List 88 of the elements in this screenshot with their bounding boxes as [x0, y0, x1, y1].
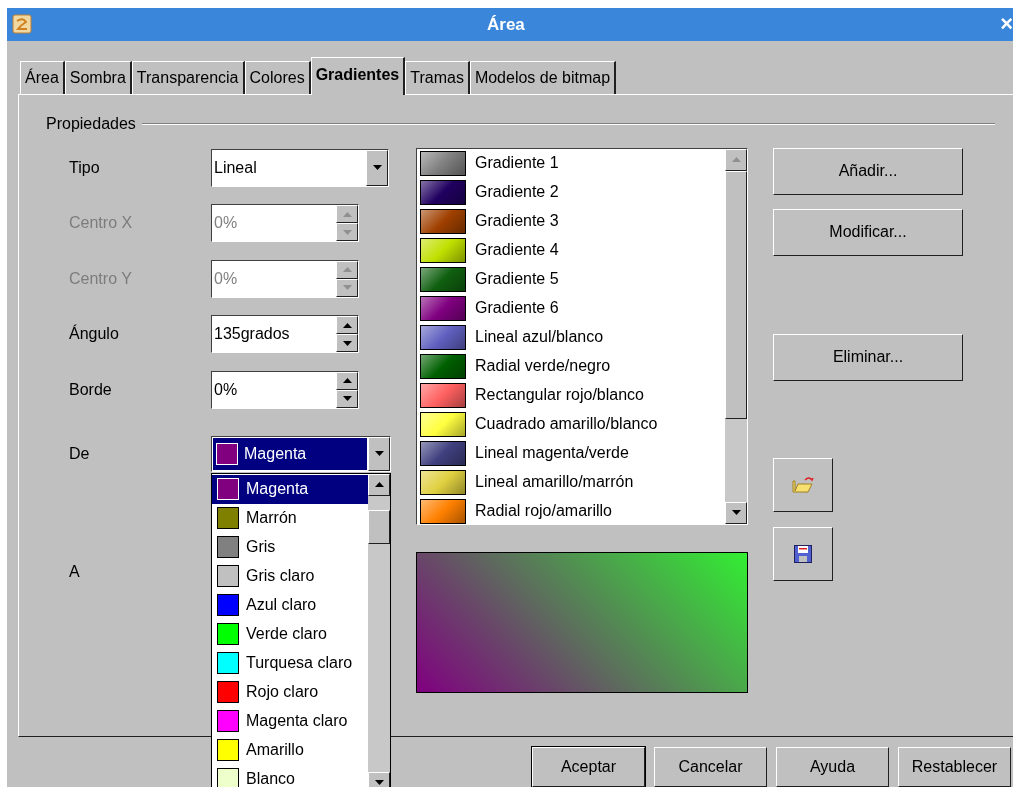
- side-button[interactable]: Modificar...: [773, 208, 963, 256]
- dialog-button[interactable]: Restablecer: [898, 747, 1011, 787]
- caret-icon: [372, 165, 382, 171]
- tab[interactable]: Transparencia: [131, 60, 245, 94]
- spin-value: 135grados: [213, 324, 291, 345]
- field-label: Centro Y: [69, 268, 133, 289]
- color-option[interactable]: Blanco: [212, 764, 368, 787]
- color-option[interactable]: Magenta claro: [212, 706, 368, 736]
- up-arrow-icon: [342, 211, 352, 217]
- down-arrow-icon: [731, 510, 741, 516]
- spin-field[interactable]: 0%: [211, 370, 359, 409]
- tab[interactable]: Modelos de bitmap: [469, 60, 617, 94]
- window-title: Área: [487, 13, 525, 36]
- gradient-item[interactable]: Radial verde/negro: [417, 351, 725, 381]
- gradient-item[interactable]: Lineal magenta/verde: [417, 438, 725, 468]
- dropdown-arrow-button[interactable]: [366, 149, 388, 186]
- gradient-item[interactable]: Cuadrado amarillo/blanco: [417, 409, 725, 439]
- field-label: Ángulo: [69, 323, 120, 345]
- color-option[interactable]: Marrón: [212, 503, 368, 533]
- dialog-button[interactable]: Ayuda: [776, 747, 889, 787]
- scroll-up-button[interactable]: [725, 148, 747, 171]
- field-label: De: [69, 443, 91, 464]
- color-option[interactable]: Rojo claro: [212, 677, 368, 707]
- down-arrow-icon: [342, 340, 352, 346]
- down-arrow-icon: [374, 780, 384, 786]
- folder-icon: [792, 475, 814, 494]
- spin-up-button[interactable]: [336, 316, 358, 335]
- spin-value: 0%: [213, 379, 239, 400]
- group-title: Propiedades: [46, 113, 136, 134]
- dropdown-value: Magenta: [244, 443, 307, 464]
- side-button[interactable]: Añadir...: [773, 147, 963, 195]
- spin-value: 0%: [213, 213, 239, 234]
- up-arrow-icon: [342, 322, 352, 328]
- color-option[interactable]: Azul claro: [212, 590, 368, 620]
- app-icon: [11, 13, 33, 36]
- color-option[interactable]: Gris: [212, 532, 368, 562]
- field-label: A: [69, 561, 81, 582]
- field-label: Centro X: [69, 213, 134, 234]
- dropdown-arrow-button[interactable]: [368, 436, 390, 471]
- tab[interactable]: Área: [20, 60, 65, 94]
- gradient-item[interactable]: Gradiente 2: [417, 177, 725, 207]
- down-arrow-icon: [342, 229, 352, 235]
- up-arrow-icon: [374, 482, 384, 488]
- up-arrow-icon: [731, 157, 741, 163]
- tab[interactable]: Gradientes: [310, 56, 406, 95]
- gradient-item[interactable]: Lineal amarillo/marrón: [417, 467, 725, 497]
- scroll-up-button[interactable]: [368, 473, 390, 496]
- down-arrow-icon: [342, 396, 352, 402]
- side-button[interactable]: Eliminar...: [773, 333, 963, 381]
- up-arrow-icon: [342, 378, 352, 384]
- gradient-item[interactable]: Lineal azul/blanco: [417, 322, 725, 352]
- color-option[interactable]: Turquesa claro: [212, 648, 368, 678]
- color-option[interactable]: Verde claro: [212, 619, 368, 649]
- gradient-item[interactable]: Gradiente 6: [417, 293, 725, 323]
- spin-field[interactable]: 135grados: [211, 315, 359, 354]
- dialog-button[interactable]: Aceptar: [532, 747, 645, 787]
- from-color-dropdown[interactable]: Magenta: [211, 435, 391, 472]
- gradient-item[interactable]: Gradiente 5: [417, 264, 725, 294]
- close-button[interactable]: ×: [1000, 13, 1013, 36]
- down-arrow-icon: [342, 285, 352, 291]
- scroll-down-button[interactable]: [725, 501, 747, 524]
- dialog-button[interactable]: Cancelar: [654, 747, 767, 787]
- scrollbar-track[interactable]: [725, 148, 747, 524]
- gradient-item[interactable]: Radial rojo/amarillo: [417, 496, 725, 526]
- spin-down-button[interactable]: [336, 334, 358, 353]
- color-option[interactable]: Magenta: [212, 474, 368, 504]
- scrollbar-thumb[interactable]: [368, 509, 390, 544]
- scrollbar-thumb[interactable]: [725, 170, 747, 419]
- caret-icon: [374, 451, 384, 457]
- gradient-item[interactable]: Gradiente 1: [417, 148, 725, 178]
- field-label: Tipo: [69, 157, 101, 178]
- scrollbar-track[interactable]: [368, 473, 390, 787]
- spin-value: 0%: [213, 268, 239, 289]
- up-arrow-icon: [342, 267, 352, 273]
- tab[interactable]: Tramas: [405, 60, 470, 94]
- color-option[interactable]: Amarillo: [212, 735, 368, 765]
- spin-up-button[interactable]: [336, 371, 358, 390]
- color-option[interactable]: Gris claro: [212, 561, 368, 591]
- gradient-item[interactable]: Gradiente 3: [417, 206, 725, 236]
- save-button[interactable]: [773, 526, 833, 581]
- tab[interactable]: Sombra: [64, 60, 132, 94]
- field-label: Borde: [69, 379, 113, 400]
- dropdown-value: Lineal: [213, 157, 258, 178]
- gradient-item[interactable]: Rectangular rojo/blanco: [417, 380, 725, 410]
- scroll-down-button[interactable]: [368, 771, 390, 787]
- gradient-item[interactable]: Gradiente 4: [417, 235, 725, 265]
- type-dropdown[interactable]: Lineal: [211, 148, 389, 187]
- open-button[interactable]: [773, 457, 833, 512]
